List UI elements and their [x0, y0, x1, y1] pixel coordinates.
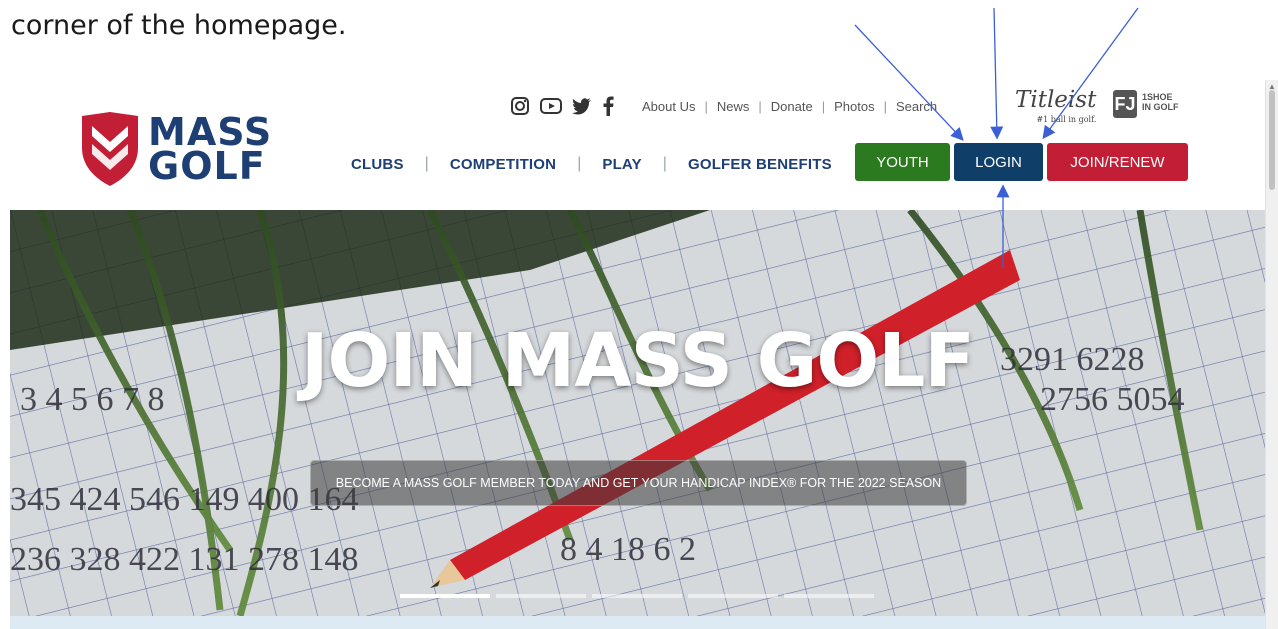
mass-golf-logo[interactable]: MASS GOLF: [78, 110, 288, 190]
main-nav: CLUBS | COMPETITION | PLAY | GOLFER BENE…: [351, 152, 832, 176]
donate-link[interactable]: Donate: [771, 99, 813, 114]
twitter-icon[interactable]: [572, 97, 592, 115]
login-button[interactable]: LOGIN: [954, 143, 1043, 181]
carousel-dot-3[interactable]: [592, 594, 682, 598]
facebook-icon[interactable]: [602, 96, 614, 116]
hero-subtitle[interactable]: BECOME A MASS GOLF MEMBER TODAY AND GET …: [310, 460, 967, 506]
browser-viewport: MASS GOLF About Us | News | Donate | Pho…: [10, 80, 1272, 629]
search-link[interactable]: Search: [896, 99, 937, 114]
about-us-link[interactable]: About Us: [642, 99, 695, 114]
carousel-dot-5[interactable]: [784, 594, 874, 598]
svg-text:345 424 546 149 400 164: 345 424 546 149 400 164: [10, 481, 359, 518]
photos-link[interactable]: Photos: [834, 99, 874, 114]
carousel-dot-1[interactable]: [400, 594, 490, 598]
carousel-dot-2[interactable]: [496, 594, 586, 598]
instagram-icon[interactable]: [510, 96, 530, 116]
1shoe-line-1: 1SHOE: [1142, 92, 1173, 102]
hero-banner[interactable]: 3 4 5 6 7 8 345 424 546 149 400 164 236 …: [10, 210, 1265, 616]
nav-separator: |: [662, 155, 667, 172]
util-separator: |: [883, 98, 887, 114]
join-renew-button[interactable]: JOIN/RENEW: [1047, 143, 1188, 181]
carousel-dot-4[interactable]: [688, 594, 778, 598]
bottom-strip: [10, 616, 1265, 629]
svg-text:8 4 18 6 2: 8 4 18 6 2: [560, 531, 696, 568]
youtube-icon[interactable]: [540, 97, 562, 115]
util-separator: |: [821, 98, 826, 114]
nav-competition[interactable]: COMPETITION: [450, 156, 556, 173]
util-separator: |: [704, 98, 708, 114]
fj-logo[interactable]: FJ: [1113, 90, 1137, 118]
social-icons: [510, 96, 614, 116]
hero-title: JOIN MASS GOLF: [301, 318, 975, 404]
logo-line-2: GOLF: [148, 144, 266, 188]
caption-text: corner of the homepage.: [11, 10, 347, 41]
1shoe-logo[interactable]: 1SHOE IN GOLF: [1142, 92, 1179, 112]
page-scrollbar[interactable]: ▲: [1265, 80, 1278, 629]
nav-separator: |: [424, 155, 429, 172]
nav-clubs[interactable]: CLUBS: [351, 156, 404, 173]
carousel-indicators: [400, 594, 874, 598]
svg-text:236 328 422 131 278 148: 236 328 422 131 278 148: [10, 541, 359, 578]
util-separator: |: [758, 98, 762, 114]
youth-button[interactable]: YOUTH: [855, 143, 950, 181]
nav-golfer-benefits[interactable]: GOLFER BENEFITS: [688, 156, 832, 173]
scorecard-background: 3 4 5 6 7 8 345 424 546 149 400 164 236 …: [10, 210, 1265, 616]
shield-icon: [82, 112, 138, 186]
utility-bar: About Us | News | Donate | Photos | Sear…: [510, 94, 937, 118]
logo-wordmark: MASS GOLF: [148, 113, 272, 188]
titleist-logo[interactable]: Titleist #1 ball in golf.: [1015, 88, 1096, 132]
1shoe-line-2: IN GOLF: [1142, 102, 1179, 112]
nav-play[interactable]: PLAY: [602, 156, 641, 173]
news-link[interactable]: News: [717, 99, 750, 114]
scrollbar-thumb[interactable]: [1269, 90, 1275, 190]
nav-separator: |: [577, 155, 582, 172]
